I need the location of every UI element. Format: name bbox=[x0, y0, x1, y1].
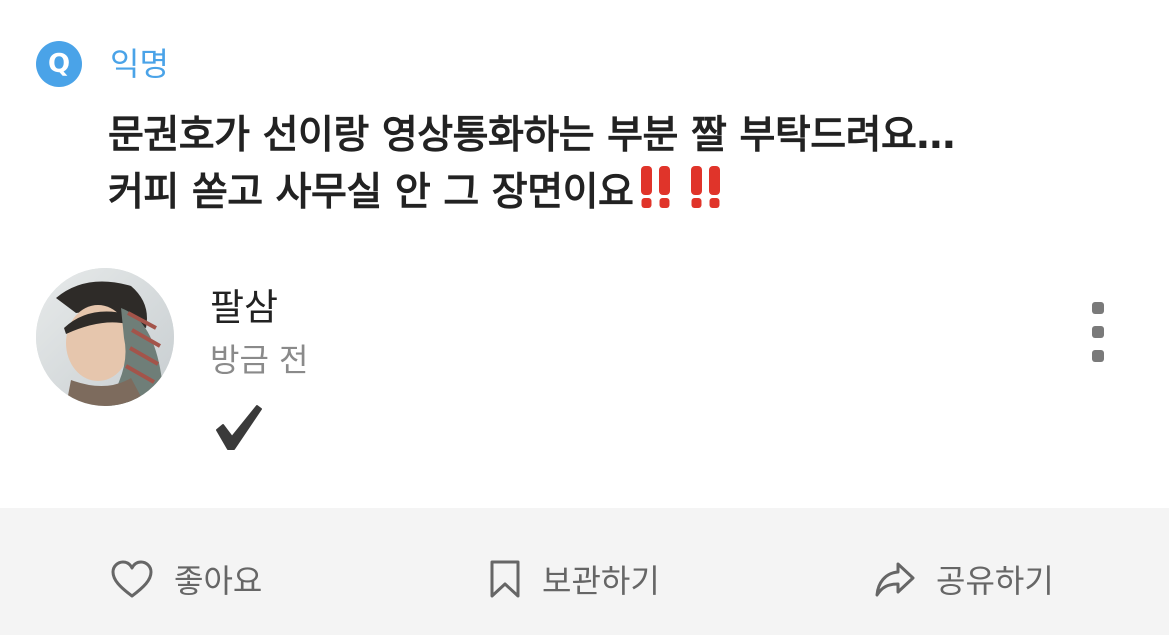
avatar-photo bbox=[36, 268, 174, 406]
double-exclamation-icon bbox=[691, 166, 721, 208]
question-badge: Q bbox=[36, 41, 82, 87]
save-label: 보관하기 bbox=[542, 562, 660, 600]
more-dot bbox=[1092, 326, 1104, 338]
share-button[interactable]: 공유하기 bbox=[874, 556, 1054, 602]
more-dot bbox=[1092, 302, 1104, 314]
like-label: 좋아요 bbox=[174, 562, 263, 600]
question-line-1: 문권호가 선이랑 영상통화하는 부분 짤 부탁드려요… bbox=[108, 113, 955, 158]
answer-timestamp: 방금 전 bbox=[210, 341, 309, 379]
checkmark-icon bbox=[214, 404, 264, 454]
anonymous-label: 익명 bbox=[110, 45, 169, 83]
double-exclamation-icon-group bbox=[639, 166, 739, 224]
share-label: 공유하기 bbox=[936, 562, 1054, 600]
double-exclamation-icon bbox=[641, 166, 671, 208]
answer-author-name[interactable]: 팔삼 bbox=[210, 282, 278, 334]
save-button[interactable]: 보관하기 bbox=[488, 556, 660, 602]
bookmark-icon bbox=[490, 560, 520, 598]
avatar[interactable] bbox=[36, 268, 174, 406]
more-dot bbox=[1092, 350, 1104, 362]
like-button[interactable]: 좋아요 bbox=[110, 556, 262, 602]
question-line-2: 커피 쏟고 사무실 안 그 장면이요 bbox=[108, 164, 1128, 224]
share-arrow-icon bbox=[875, 562, 915, 597]
action-bar: 좋아요 보관하기 공유하기 bbox=[0, 508, 1169, 635]
more-options-icon[interactable] bbox=[1087, 302, 1109, 362]
question-line-2-text: 커피 쏟고 사무실 안 그 장면이요 bbox=[108, 170, 634, 215]
question-text: 문권호가 선이랑 영상통화하는 부분 짤 부탁드려요… 커피 쏟고 사무실 안 … bbox=[108, 107, 1128, 224]
heart-icon bbox=[111, 560, 153, 598]
